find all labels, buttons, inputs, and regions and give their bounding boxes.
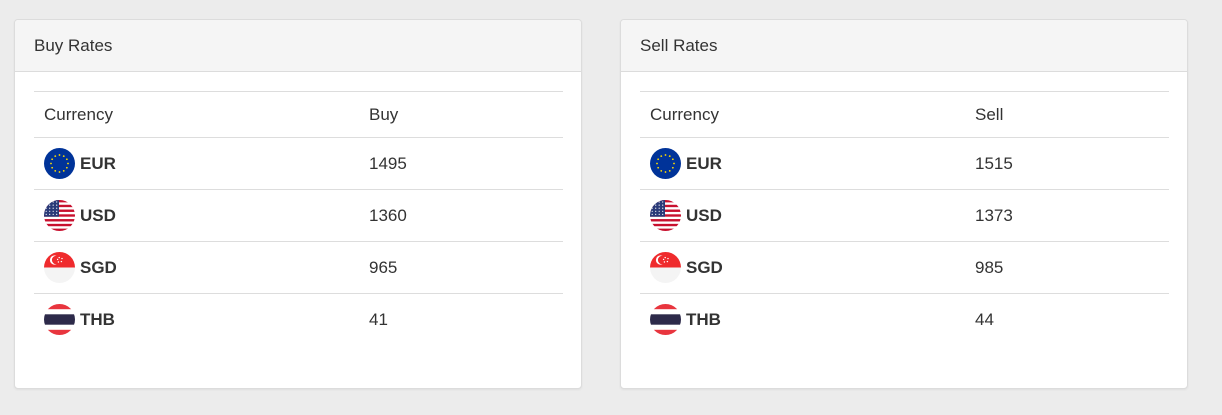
currency-code: USD [686, 205, 722, 225]
th-flag-icon [44, 304, 75, 336]
rate-value: 1360 [359, 189, 563, 242]
table-row: THB 44 [640, 293, 1169, 346]
buy-rates-table: Currency Buy EUR 1495 USD 1360 SGD 965 T… [34, 91, 563, 346]
table-row: SGD 985 [640, 241, 1169, 294]
rate-value: 1495 [359, 137, 563, 190]
column-header-currency: Currency [34, 91, 359, 138]
currency-code: SGD [686, 257, 723, 277]
eu-flag-icon [44, 148, 75, 179]
table-row: SGD 965 [34, 241, 563, 294]
panel-title: Sell Rates [621, 20, 1187, 72]
us-flag-icon [650, 200, 681, 231]
rate-value: 44 [965, 293, 1169, 346]
buy-rates-panel: Buy Rates Currency Buy EUR 1495 USD 1360… [14, 19, 582, 389]
rate-value: 965 [359, 241, 563, 294]
sell-rates-panel: Sell Rates Currency Sell EUR 1515 USD 13… [620, 19, 1188, 389]
panel-title: Buy Rates [15, 20, 581, 72]
sg-flag-icon [650, 252, 681, 283]
currency-code: USD [80, 205, 116, 225]
us-flag-icon [44, 200, 75, 231]
sell-rates-table: Currency Sell EUR 1515 USD 1373 SGD 985 … [640, 91, 1169, 346]
eu-flag-icon [650, 148, 681, 179]
panel-body: Currency Buy EUR 1495 USD 1360 SGD 965 T… [15, 72, 581, 346]
table-row: THB 41 [34, 293, 563, 346]
table-row: USD 1360 [34, 189, 563, 242]
currency-code: EUR [686, 153, 722, 173]
currency-code: EUR [80, 153, 116, 173]
rate-value: 1373 [965, 189, 1169, 242]
rate-value: 41 [359, 293, 563, 346]
th-flag-icon [650, 304, 681, 336]
column-header-buy: Buy [359, 91, 563, 138]
currency-code: SGD [80, 257, 117, 277]
table-row: USD 1373 [640, 189, 1169, 242]
panel-body: Currency Sell EUR 1515 USD 1373 SGD 985 … [621, 72, 1187, 346]
column-header-currency: Currency [640, 91, 965, 138]
page: Buy Rates Currency Buy EUR 1495 USD 1360… [0, 0, 1222, 415]
rate-value: 985 [965, 241, 1169, 294]
sg-flag-icon [44, 252, 75, 283]
table-row: EUR 1495 [34, 137, 563, 190]
rate-value: 1515 [965, 137, 1169, 190]
column-header-sell: Sell [965, 91, 1169, 138]
table-header-row: Currency Buy [34, 91, 563, 138]
currency-code: THB [686, 309, 721, 329]
table-header-row: Currency Sell [640, 91, 1169, 138]
currency-code: THB [80, 309, 115, 329]
table-row: EUR 1515 [640, 137, 1169, 190]
